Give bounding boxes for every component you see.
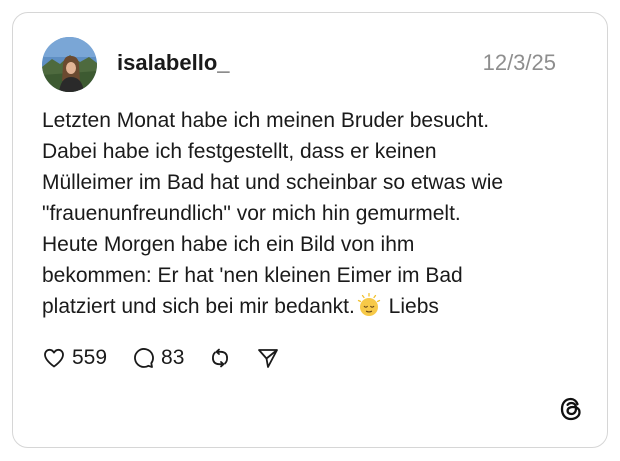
action-bar: 559 83 — [42, 344, 304, 372]
comment-button[interactable]: 83 — [131, 345, 184, 371]
post-text-line-last: platziert und sich bei mir bedankt. Lieb… — [42, 291, 562, 326]
avatar[interactable] — [42, 37, 97, 92]
post-date: 12/3/25 — [482, 50, 556, 75]
comment-icon — [131, 346, 155, 370]
share-icon — [256, 346, 280, 370]
heart-icon — [42, 346, 66, 370]
comment-count: 83 — [161, 346, 185, 369]
like-button[interactable]: 559 — [42, 345, 107, 371]
repost-icon — [208, 346, 232, 370]
post-text-segment: platziert und sich bei mir bedankt. — [42, 295, 355, 318]
post-text-line: Heute Morgen habe ich ein Bild von ihm — [42, 233, 415, 256]
post-text-line: "frauenunfreundlich" vor mich hin gemurm… — [42, 202, 461, 225]
post-text-line: bekommen: Er hat 'nen kleinen Eimer im B… — [42, 264, 463, 287]
post-text-line: Dabei habe ich festgestellt, dass er kei… — [42, 140, 437, 163]
post-text-line: Mülleimer im Bad hat und scheinbar so et… — [42, 171, 504, 194]
relieved-face-emoji — [357, 292, 381, 326]
post-text-segment: Liebs — [388, 295, 439, 318]
post-text: Letzten Monat habe ich meinen Bruder bes… — [42, 105, 562, 326]
post-text-line: Letzten Monat habe ich meinen Bruder bes… — [42, 109, 490, 132]
share-button[interactable] — [256, 346, 280, 370]
repost-button[interactable] — [208, 346, 232, 370]
like-count: 559 — [72, 346, 108, 369]
username[interactable]: isalabello_ — [117, 50, 230, 76]
threads-logo-icon[interactable] — [558, 396, 584, 422]
